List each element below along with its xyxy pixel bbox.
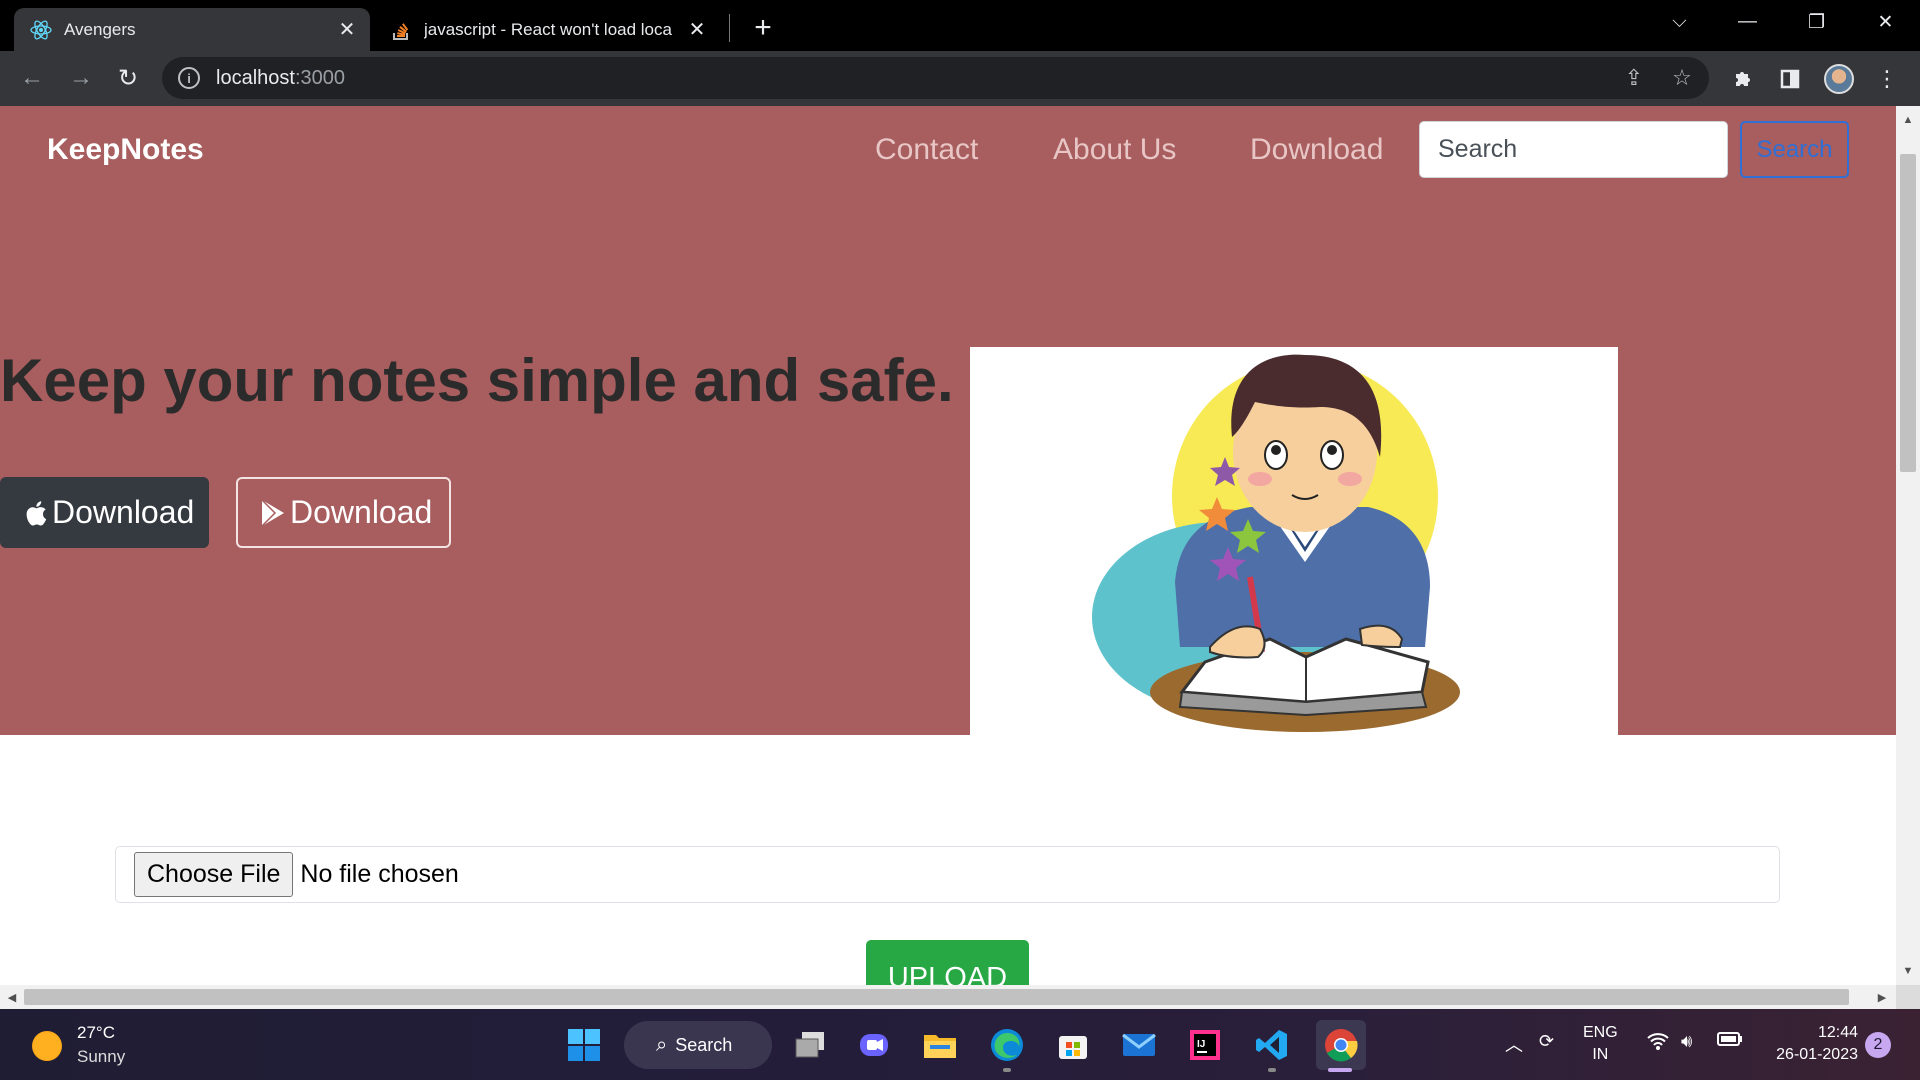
edge-browser-icon[interactable] [986,1024,1028,1066]
browser-tabstrip: Avengers ✕ javascript - React won't load… [0,0,1920,51]
search-icon: ⌕ [656,1033,668,1056]
taskbar-search[interactable]: ⌕ Search [624,1021,772,1069]
weather-condition[interactable]: Sunny [77,1047,125,1067]
vertical-scroll-thumb[interactable] [1900,154,1916,472]
close-tab-icon[interactable]: ✕ [684,17,710,43]
scrollbar-corner [1896,985,1920,1009]
search-button[interactable]: Search [1740,121,1849,178]
tab-avengers[interactable]: Avengers ✕ [14,8,370,51]
minimize-icon[interactable]: — [1713,0,1782,44]
vertical-scrollbar[interactable]: ▲ ▼ [1896,106,1920,985]
svg-text:IJ: IJ [1197,1039,1205,1050]
url-port: :3000 [294,66,345,89]
tab-title: javascript - React won't load loca [424,19,672,39]
play-store-download-button[interactable]: Download [236,477,451,548]
tab-title: Avengers [64,19,136,39]
hero-section: KeepNotes Contact About Us Download Sear… [0,106,1896,735]
file-input-container: Choose File No file chosen [115,846,1780,903]
file-status-text: No file chosen [300,860,459,888]
tab-search-chevron-icon[interactable]: ⌵ [1645,0,1714,44]
side-panel-icon[interactable] [1777,66,1803,92]
language-code: ENG [1583,1024,1618,1041]
taskbar-search-label: Search [675,1034,733,1055]
windows-taskbar: 27°C Sunny ⌕ Search IJ ︿ ⟳ ENG IN 🔊︎ 12:… [0,1009,1920,1080]
nav-link-download[interactable]: Download [1250,133,1383,167]
close-window-icon[interactable]: ✕ [1851,0,1920,44]
url-host: localhost [216,66,295,89]
apple-icon [22,496,50,530]
apple-download-button[interactable]: Download [0,477,209,548]
react-icon [30,19,52,41]
language-indicator[interactable]: ENG IN [1583,1022,1618,1066]
volume-icon[interactable]: 🔊︎ [1681,1031,1692,1052]
vscode-icon[interactable] [1251,1024,1293,1066]
task-view-icon[interactable] [789,1024,831,1066]
back-arrow-icon[interactable]: ← [14,60,50,96]
restore-icon[interactable]: ❐ [1782,0,1851,44]
search-input[interactable] [1419,121,1728,178]
address-bar[interactable]: i localhost:3000 ⇪ ☆ [162,57,1709,99]
brand-logo[interactable]: KeepNotes [47,133,204,167]
nav-link-contact[interactable]: Contact [875,133,978,167]
scroll-right-arrow-icon[interactable]: ▶ [1870,985,1894,1009]
profile-avatar[interactable] [1824,64,1854,94]
sun-weather-icon[interactable] [32,1031,62,1061]
new-tab-icon[interactable]: + [745,10,781,46]
notification-badge[interactable]: 2 [1865,1032,1891,1058]
page-viewport: KeepNotes Contact About Us Download Sear… [0,106,1896,985]
google-play-icon [260,496,288,530]
clock-date: 26-01-2023 [1776,1046,1858,1063]
running-indicator [1268,1068,1276,1072]
browser-toolbar: ← → ↻ i localhost:3000 ⇪ ☆ ⋮ [0,51,1920,106]
file-explorer-icon[interactable] [919,1024,961,1066]
nav-link-about-us[interactable]: About Us [1053,133,1176,167]
wifi-icon[interactable] [1646,1031,1670,1056]
mail-icon[interactable] [1118,1024,1160,1066]
tab-divider [729,14,730,42]
scroll-left-arrow-icon[interactable]: ◀ [0,985,24,1009]
windows-start-icon[interactable] [563,1024,605,1066]
extensions-puzzle-icon[interactable] [1730,66,1756,92]
horizontal-scroll-thumb[interactable] [24,989,1849,1005]
scroll-down-arrow-icon[interactable]: ▼ [1896,961,1920,981]
active-app-indicator [1328,1068,1352,1072]
show-hidden-icons-chevron-icon[interactable]: ︿ [1505,1031,1523,1057]
weather-temperature[interactable]: 27°C [77,1023,115,1043]
upload-button[interactable]: UPLOAD [866,940,1029,985]
battery-icon[interactable] [1717,1031,1743,1052]
share-icon[interactable]: ⇪ [1622,65,1646,90]
sync-icon[interactable]: ⟳ [1539,1031,1554,1052]
student-illustration [970,347,1618,735]
bookmark-star-icon[interactable]: ☆ [1670,65,1694,90]
chrome-icon[interactable] [1316,1020,1366,1070]
play-download-label: Download [290,494,433,530]
choose-file-button[interactable]: Choose File [134,852,294,897]
close-tab-icon[interactable]: ✕ [334,17,360,43]
clock-time: 12:44 [1817,1024,1858,1041]
region-code: IN [1592,1046,1609,1063]
apple-download-label: Download [52,494,195,530]
hero-headline: Keep your notes simple and safe. [0,347,954,414]
system-clock[interactable]: 12:44 26-01-2023 [1762,1022,1858,1066]
teams-chat-icon[interactable] [853,1024,895,1066]
site-info-icon[interactable]: i [178,67,200,89]
running-indicator [1003,1068,1011,1072]
intellij-idea-icon[interactable]: IJ [1184,1024,1226,1066]
reload-icon[interactable]: ↻ [110,60,146,96]
menu-kebab-icon[interactable]: ⋮ [1874,66,1900,92]
forward-arrow-icon[interactable]: → [63,60,99,96]
stackoverflow-icon [390,19,412,41]
horizontal-scrollbar[interactable]: ◀ ▶ [0,985,1896,1009]
microsoft-store-icon[interactable] [1052,1024,1094,1066]
tab-stackoverflow[interactable]: javascript - React won't load loca ✕ [374,8,720,51]
scroll-up-arrow-icon[interactable]: ▲ [1896,110,1920,130]
